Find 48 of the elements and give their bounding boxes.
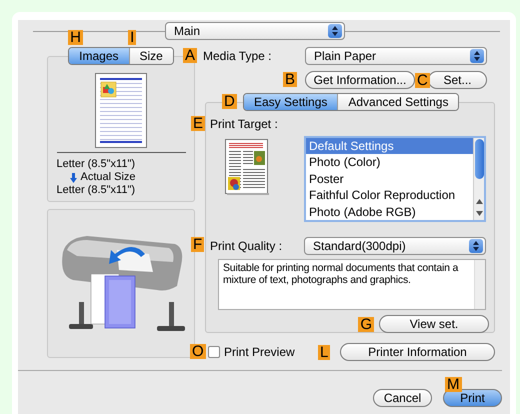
preview-tab[interactable]: Size — [128, 48, 173, 64]
section-popup[interactable]: Main — [165, 22, 345, 40]
print-quality-label: Print Quality : — [210, 238, 284, 255]
cancel-button[interactable]: Cancel — [373, 389, 432, 407]
push-button[interactable]: Printer Information — [340, 342, 495, 360]
page-preview-icon — [95, 73, 147, 148]
scrollbar[interactable] — [474, 260, 485, 309]
down-arrow-icon — [70, 172, 76, 182]
callout-letter: O — [190, 344, 206, 359]
push-button[interactable]: Set... — [428, 70, 487, 88]
list-item[interactable]: Photo (Adobe RGB) — [306, 204, 473, 220]
print-target-list[interactable]: Default Settings Photo (Color) Poster Faithful Color Reproduction Photo (Adobe RGB) — [304, 136, 486, 222]
print-preview-checkbox[interactable] — [208, 346, 220, 358]
callout-letter: E — [191, 116, 206, 131]
list-item[interactable]: Default Settings — [306, 138, 473, 154]
settings-tab[interactable]: Advanced Settings — [337, 94, 458, 110]
print-quality-popup[interactable]: Standard(300dpi) — [304, 237, 486, 255]
stepper-icon — [328, 24, 342, 38]
media-type-label: Media Type : — [203, 48, 272, 65]
paper-size-text: Letter (8.5"x11") — [56, 158, 136, 171]
print-preview-label: Print Preview — [224, 344, 296, 360]
callout-letter: I — [128, 30, 136, 45]
list-item[interactable]: Photo (Color) — [306, 154, 473, 171]
settings-tab[interactable]: Easy Settings — [244, 94, 338, 110]
callout-letter: L — [318, 345, 330, 360]
callout-letter: A — [183, 48, 198, 63]
media-type-popup[interactable]: Plain Paper — [305, 47, 487, 65]
callout-letter: F — [191, 237, 204, 252]
list-item[interactable]: Faithful Color Reproduction — [306, 187, 473, 204]
push-button[interactable]: View set. — [379, 315, 489, 333]
paper-size-text: Letter (8.5"x11") — [56, 184, 136, 197]
callout-letter: G — [358, 317, 374, 332]
document-thumbnail-icon — [225, 139, 269, 195]
description-text: Suitable for printing normal documents that contain a mixture of text, photographs and graphics. — [222, 261, 460, 288]
scaling-text: Actual Size — [80, 171, 136, 184]
callout-letter: D — [222, 94, 237, 109]
print-target-label: Print Target : — [210, 116, 278, 133]
callout-letter: M — [445, 377, 462, 392]
callout-letter: H — [68, 30, 83, 45]
callout-letter: B — [283, 72, 298, 87]
stepper-icon — [470, 49, 484, 63]
list-item[interactable]: Poster — [306, 170, 473, 188]
preview-tab[interactable]: Images — [69, 48, 128, 64]
scrollbar[interactable] — [473, 138, 484, 220]
callout-letter: C — [415, 73, 430, 88]
print-button[interactable]: Print — [443, 389, 502, 407]
stepper-icon — [469, 239, 483, 253]
push-button[interactable]: Get Information... — [305, 70, 415, 88]
